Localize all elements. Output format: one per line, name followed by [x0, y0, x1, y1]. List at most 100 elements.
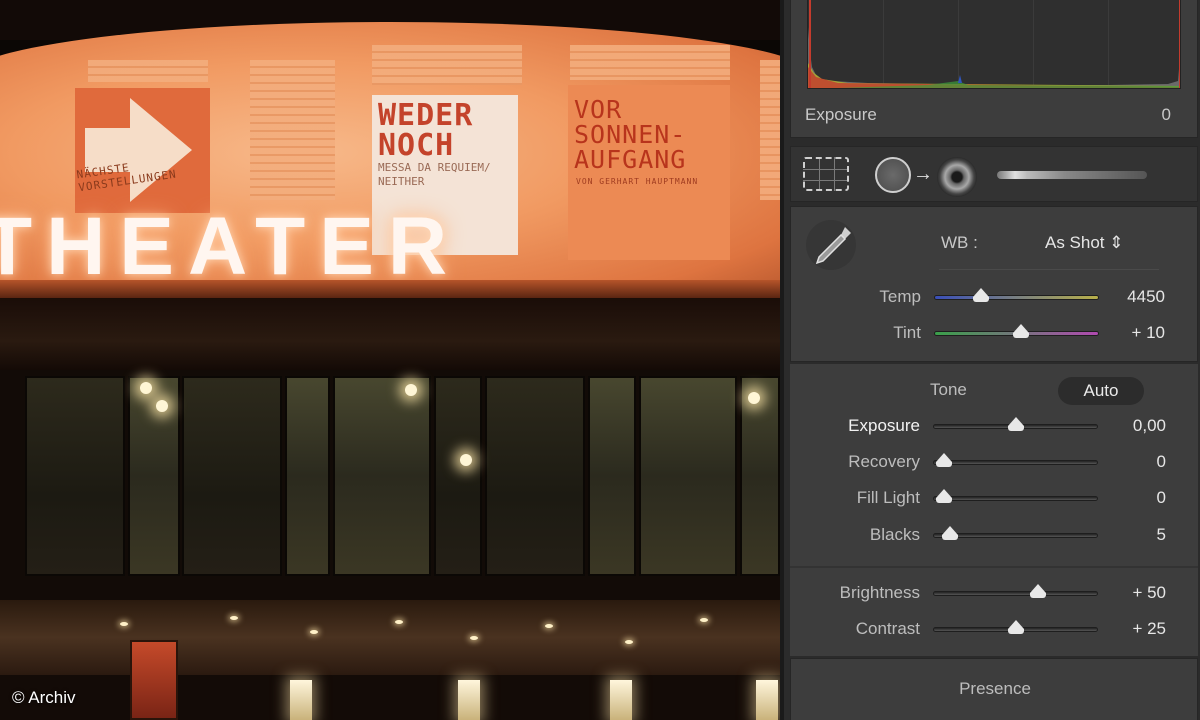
- contrast-slider-thumb[interactable]: [1007, 620, 1024, 634]
- tint-label: Tint: [893, 323, 921, 342]
- photo-credit: © Archiv: [12, 688, 76, 707]
- poster-vor-sonnenaufgang: VOR SONNEN- AUFGANG VON GERHART HAUPTMAN…: [568, 85, 730, 260]
- tint-value[interactable]: + 10: [1085, 323, 1165, 343]
- canopy-light: [700, 618, 708, 622]
- temp-slider-thumb[interactable]: [972, 288, 989, 302]
- pillar-light: [458, 680, 480, 720]
- window-pane: [485, 376, 585, 576]
- brightness-slider-thumb[interactable]: [1030, 584, 1047, 598]
- window-pane: [333, 376, 431, 576]
- crop-overlay-icon[interactable]: [803, 157, 849, 191]
- fill-light-value[interactable]: 0: [1086, 488, 1166, 508]
- canopy-light: [395, 620, 403, 624]
- fill-light-label: Fill Light: [856, 488, 920, 507]
- canopy-light: [230, 616, 238, 620]
- blacks-label: Blacks: [869, 525, 920, 544]
- canopy-light: [470, 636, 478, 640]
- histogram-info-label: Exposure: [805, 105, 877, 124]
- canopy-light: [310, 630, 318, 634]
- window-pane: [182, 376, 282, 576]
- street-level: [0, 675, 780, 720]
- window-shutter: [88, 60, 208, 82]
- develop-panel: Exposure 0 → WB : As Shot ⇕ Temp 4450 Ti…: [780, 0, 1200, 720]
- pillar-light: [756, 680, 778, 720]
- pillar-light: [290, 680, 312, 720]
- poster-weder-title: WEDER NOCH: [378, 98, 474, 163]
- tint-slider[interactable]: [934, 324, 1099, 338]
- eyedropper-icon[interactable]: [805, 219, 857, 271]
- brightness-value[interactable]: + 50: [1086, 583, 1166, 603]
- blacks-slider-thumb[interactable]: [942, 526, 959, 540]
- presence-label: Presence: [959, 679, 1031, 698]
- temp-label: Temp: [879, 287, 921, 306]
- presence-panel: Presence: [790, 658, 1198, 720]
- temp-value[interactable]: 4450: [1085, 287, 1165, 307]
- spot-removal-icon[interactable]: [875, 157, 911, 193]
- interior-light: [748, 392, 760, 404]
- roof-strip: [0, 298, 780, 370]
- interior-light: [156, 400, 168, 412]
- tone-label: Tone: [930, 380, 967, 399]
- window-shutter: [570, 45, 730, 80]
- entrance-poster: [130, 640, 178, 720]
- window-pane: [740, 376, 780, 576]
- window-pane: [285, 376, 330, 576]
- facade-band: [0, 280, 780, 298]
- brightness-slider[interactable]: [933, 584, 1098, 598]
- poster-next-shows: NÄCHSTE VORSTELLUNGEN: [75, 88, 210, 213]
- interior-light: [460, 454, 472, 466]
- window-shutter: [372, 45, 522, 85]
- glass-facade: [0, 370, 780, 600]
- pillar-light: [610, 680, 632, 720]
- contrast-value[interactable]: + 25: [1086, 619, 1166, 639]
- blacks-slider[interactable]: [933, 526, 1098, 540]
- recovery-value[interactable]: 0: [1086, 452, 1166, 472]
- window-shutter: [250, 60, 335, 200]
- exposure-slider[interactable]: [933, 417, 1098, 431]
- poster-vor-subtitle: VON GERHART HAUPTMANN: [576, 177, 699, 186]
- interior-light: [140, 382, 152, 394]
- adjustment-brush-icon[interactable]: [997, 171, 1147, 179]
- tone-panel: Tone Auto Exposure 0,00 Recovery 0 Fill …: [790, 364, 1198, 656]
- fill-light-slider-thumb[interactable]: [935, 489, 952, 503]
- window-pane: [128, 376, 180, 576]
- recovery-slider[interactable]: [933, 453, 1098, 467]
- window-pane: [588, 376, 636, 576]
- exposure-value[interactable]: 0,00: [1086, 416, 1166, 436]
- temp-slider[interactable]: [934, 288, 1099, 302]
- histogram[interactable]: [807, 0, 1181, 89]
- window-pane: [25, 376, 125, 576]
- histogram-curve: [808, 0, 1180, 88]
- entrance-canopy: [0, 600, 780, 675]
- tint-slider-thumb[interactable]: [1013, 324, 1030, 338]
- wb-preset-select[interactable]: As Shot ⇕: [1045, 233, 1124, 253]
- divider: [939, 269, 1159, 270]
- white-balance-panel: WB : As Shot ⇕ Temp 4450 Tint + 10: [790, 206, 1198, 362]
- recovery-label: Recovery: [848, 452, 920, 471]
- canopy-light: [120, 622, 128, 626]
- contrast-label: Contrast: [855, 619, 920, 638]
- exposure-label: Exposure: [848, 416, 920, 435]
- recovery-slider-thumb[interactable]: [935, 453, 952, 467]
- arrow-right-icon: →: [913, 163, 933, 185]
- red-eye-icon[interactable]: [937, 157, 977, 197]
- poster-vor-title: VOR SONNEN- AUFGANG: [574, 95, 687, 174]
- tool-strip: →: [790, 146, 1198, 202]
- wb-label: WB :: [941, 233, 978, 252]
- window-pane: [434, 376, 482, 576]
- canopy-light: [545, 624, 553, 628]
- blacks-value[interactable]: 5: [1086, 525, 1166, 545]
- auto-tone-button[interactable]: Auto: [1058, 377, 1144, 405]
- contrast-slider[interactable]: [933, 620, 1098, 634]
- poster-weder-subtitle: MESSA DA REQUIEM/ NEITHER: [378, 161, 491, 188]
- canopy-light: [625, 640, 633, 644]
- arrow-head: [130, 98, 192, 202]
- interior-light: [405, 384, 417, 396]
- histogram-panel: Exposure 0: [790, 0, 1198, 138]
- histogram-info-value: 0: [1161, 105, 1171, 124]
- exposure-slider-thumb[interactable]: [1007, 417, 1024, 431]
- photo-preview: NÄCHSTE VORSTELLUNGEN WEDER NOCH MESSA D…: [0, 0, 780, 720]
- window-pane: [639, 376, 737, 576]
- fill-light-slider[interactable]: [933, 489, 1098, 503]
- window-shutter: [760, 60, 780, 200]
